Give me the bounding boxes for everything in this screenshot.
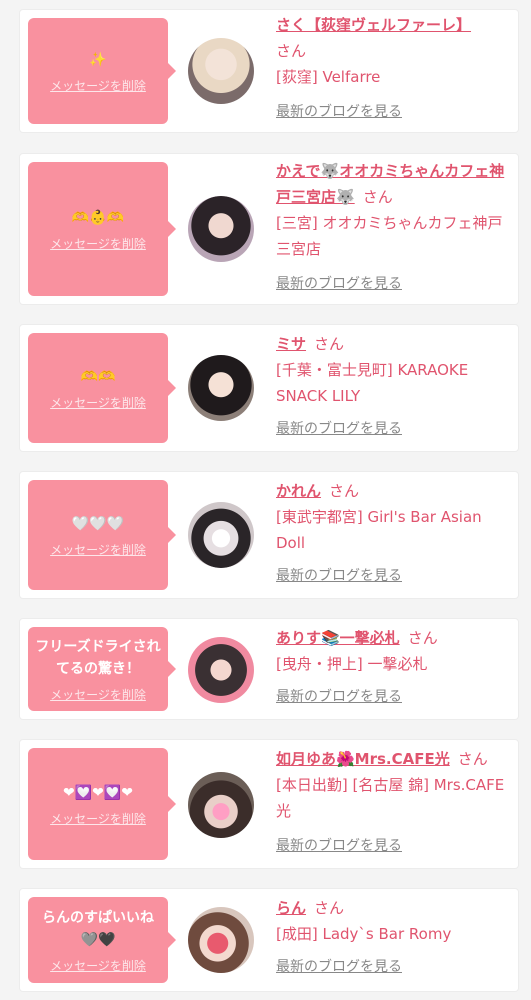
honorific: さん xyxy=(362,188,393,206)
avatar[interactable] xyxy=(188,196,254,262)
latest-blog-link[interactable]: 最新のブログを見る xyxy=(276,689,402,705)
message-card: ✨ メッセージを削除 さく【荻窪ヴェルファーレ】 さん [荻窪] Velfarr… xyxy=(20,10,518,132)
message-text: フリーズドライされてるの驚き！ xyxy=(35,638,161,677)
delete-message-link[interactable]: メッセージを削除 xyxy=(50,541,146,558)
cast-name-link[interactable]: ありす📚一撃必札 xyxy=(276,629,400,647)
message-bubble: らんのすぱいいね🩶🖤 メッセージを削除 xyxy=(28,897,176,983)
cast-name-link[interactable]: ミサ xyxy=(276,335,306,353)
message-text: ❤💟❤💟❤ xyxy=(62,784,134,801)
message-bubble: 🫶🫶 メッセージを削除 xyxy=(28,333,176,443)
honorific: さん xyxy=(407,629,438,647)
delete-message-link[interactable]: メッセージを削除 xyxy=(50,686,146,703)
cast-name-link[interactable]: さく【荻窪ヴェルファーレ】 xyxy=(276,16,471,34)
message-bubble: ❤💟❤💟❤ メッセージを削除 xyxy=(28,748,176,860)
message-bubble: 🤍🤍🤍 メッセージを削除 xyxy=(28,480,176,590)
message-card: 🤍🤍🤍 メッセージを削除 かれん さん [東武宇都宮] Girl's Bar As… xyxy=(20,472,518,598)
message-card: らんのすぱいいね🩶🖤 メッセージを削除 らん さん [成田] Lady`s Bar… xyxy=(20,889,518,991)
latest-blog-link[interactable]: 最新のブログを見る xyxy=(276,838,402,854)
shop-info: [荻窪] Velfarre xyxy=(276,68,381,86)
shop-info: [千葉・富士見町] KARAOKE SNACK LILY xyxy=(276,361,469,405)
message-bubble: フリーズドライされてるの驚き！ メッセージを削除 xyxy=(28,627,176,711)
message-text: 🫶🫶 xyxy=(80,368,116,385)
message-text: らんのすぱいいね🩶🖤 xyxy=(42,909,154,948)
shop-info: [曳舟・押上] 一撃必札 xyxy=(276,655,428,673)
message-card: ❤💟❤💟❤ メッセージを削除 如月ゆあ🌺Mrs.CAFE光 さん [本日出勤] [… xyxy=(20,740,518,868)
message-bubble: 🫶👶🫶 メッセージを削除 xyxy=(28,162,176,296)
avatar[interactable] xyxy=(188,38,254,104)
avatar[interactable] xyxy=(188,772,254,838)
message-card: 🫶🫶 メッセージを削除 ミサ さん [千葉・富士見町] KARAOKE SNACK… xyxy=(20,325,518,451)
latest-blog-link[interactable]: 最新のブログを見る xyxy=(276,568,402,584)
shop-info: [成田] Lady`s Bar Romy xyxy=(276,925,452,943)
latest-blog-link[interactable]: 最新のブログを見る xyxy=(276,276,402,292)
message-text: ✨ xyxy=(89,51,107,68)
latest-blog-link[interactable]: 最新のブログを見る xyxy=(276,959,402,975)
avatar[interactable] xyxy=(188,637,254,703)
shop-info: [三宮] オオカミちゃんカフェ神戸三宮店 xyxy=(276,214,503,258)
avatar[interactable] xyxy=(188,502,254,568)
message-text: 🤍🤍🤍 xyxy=(71,515,125,532)
shop-info: [東武宇都宮] Girl's Bar Asian Doll xyxy=(276,508,482,552)
message-text: 🫶👶🫶 xyxy=(71,209,125,226)
message-card: 🫶👶🫶 メッセージを削除 かえで🐺オオカミちゃんカフェ神戸三宮店🐺 さん [三宮]… xyxy=(20,154,518,304)
cast-name-link[interactable]: かれん xyxy=(276,482,321,500)
shop-info: [本日出勤] [名古屋 錦] Mrs.CAFE 光 xyxy=(276,776,505,820)
delete-message-link[interactable]: メッセージを削除 xyxy=(50,957,146,974)
avatar[interactable] xyxy=(188,355,254,421)
delete-message-link[interactable]: メッセージを削除 xyxy=(50,810,146,827)
delete-message-link[interactable]: メッセージを削除 xyxy=(50,394,146,411)
honorific: さん xyxy=(314,335,345,353)
message-bubble: ✨ メッセージを削除 xyxy=(28,18,176,124)
honorific: さん xyxy=(329,482,360,500)
honorific: さん xyxy=(314,899,345,917)
cast-name-link[interactable]: 如月ゆあ🌺Mrs.CAFE光 xyxy=(276,750,450,768)
message-card: フリーズドライされてるの驚き！ メッセージを削除 ありす📚一撃必札 さん [曳舟・… xyxy=(20,619,518,719)
delete-message-link[interactable]: メッセージを削除 xyxy=(50,77,146,94)
delete-message-link[interactable]: メッセージを削除 xyxy=(50,235,146,252)
honorific: さん xyxy=(457,750,488,768)
honorific: さん xyxy=(276,42,307,60)
latest-blog-link[interactable]: 最新のブログを見る xyxy=(276,104,402,120)
latest-blog-link[interactable]: 最新のブログを見る xyxy=(276,421,402,437)
cast-name-link[interactable]: らん xyxy=(276,899,306,917)
avatar[interactable] xyxy=(188,907,254,973)
